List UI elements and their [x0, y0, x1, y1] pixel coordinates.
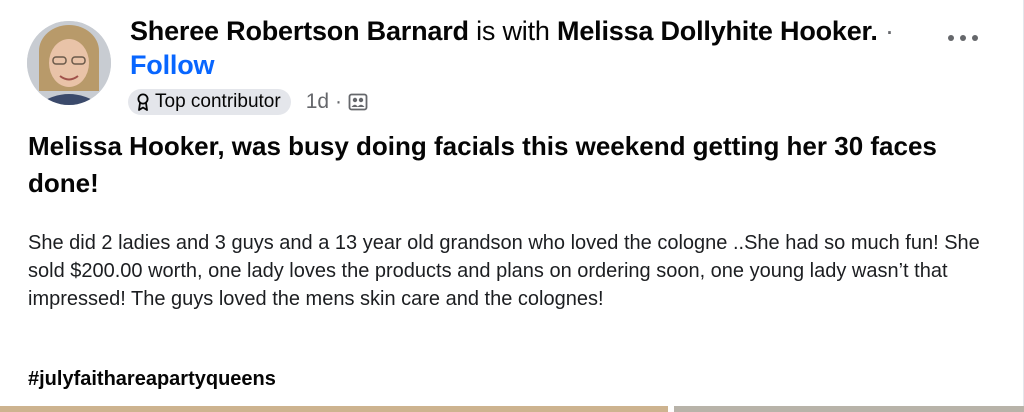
- post-header: Sheree Robertson Barnard is with Melissa…: [130, 14, 930, 82]
- header-text: Sheree Robertson Barnard is with Melissa…: [130, 14, 930, 82]
- follow-button[interactable]: Follow: [130, 50, 214, 80]
- tagged-name[interactable]: Melissa Dollyhite Hooker.: [557, 16, 878, 46]
- post-time[interactable]: 1d: [306, 90, 329, 114]
- post-photo-right[interactable]: [674, 406, 1024, 412]
- author-name[interactable]: Sheree Robertson Barnard: [130, 16, 469, 46]
- post-photo-left[interactable]: [0, 406, 668, 412]
- hashtag-link[interactable]: #julyfaithareapartyqueens: [28, 368, 276, 391]
- award-icon: [136, 93, 150, 111]
- friends-icon[interactable]: [348, 92, 368, 112]
- post-title: Melissa Hooker, was busy doing facials t…: [28, 131, 937, 198]
- avatar-image: [27, 21, 111, 105]
- badge-label: Top contributor: [155, 91, 281, 112]
- with-text: is with: [476, 16, 550, 46]
- post-body: She did 2 ladies and 3 guys and a 13 yea…: [28, 232, 980, 310]
- post-meta: Top contributor 1d ·: [128, 88, 368, 116]
- more-options-icon[interactable]: [948, 28, 978, 48]
- header-separator: ·: [884, 16, 894, 46]
- avatar[interactable]: [27, 21, 111, 105]
- meta-separator: ·: [335, 90, 343, 113]
- post-card: Sheree Robertson Barnard is with Melissa…: [0, 0, 1024, 412]
- top-contributor-badge[interactable]: Top contributor: [128, 89, 291, 115]
